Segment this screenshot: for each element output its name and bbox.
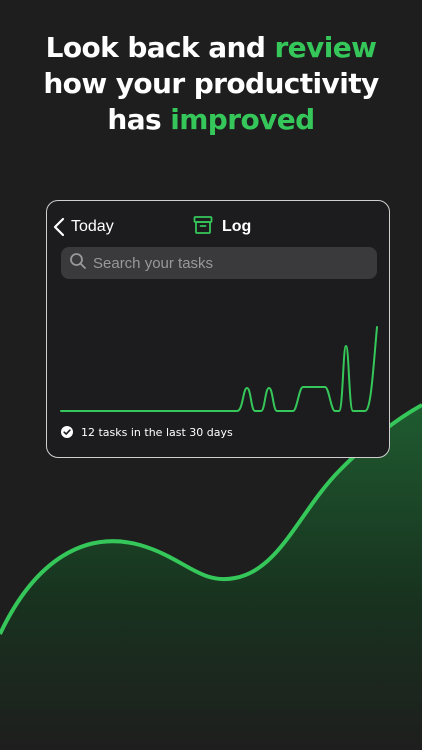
task-summary: 12 tasks in the last 30 days [61,423,233,441]
headline-text: Look back and [45,31,275,64]
headline-line-2: how your productivity [43,67,379,100]
magnifier-icon [61,252,87,274]
headline-highlight-review: review [274,31,377,64]
headline-highlight-improved: improved [170,103,315,136]
card-title: Log [193,215,251,239]
archive-box-icon [193,215,213,239]
task-summary-text: 12 tasks in the last 30 days [81,425,233,439]
headline-line-3: has improved [0,102,422,138]
log-card: Today Log Search your tasks 12 tasks in … [46,200,390,458]
back-button-label: Today [71,218,114,235]
search-input[interactable] [93,254,363,272]
card-header: Today Log [47,213,389,241]
headline-line-1: Look back and review [0,30,422,66]
back-button[interactable]: Today [53,214,114,240]
activity-line [60,326,378,412]
card-title-label: Log [222,218,252,235]
checkmark-circle-icon [61,423,73,442]
headline: Look back and review how your productivi… [0,30,422,138]
chevron-left-icon [53,217,65,237]
search-bar[interactable] [61,247,377,279]
headline-text: has [107,103,171,136]
